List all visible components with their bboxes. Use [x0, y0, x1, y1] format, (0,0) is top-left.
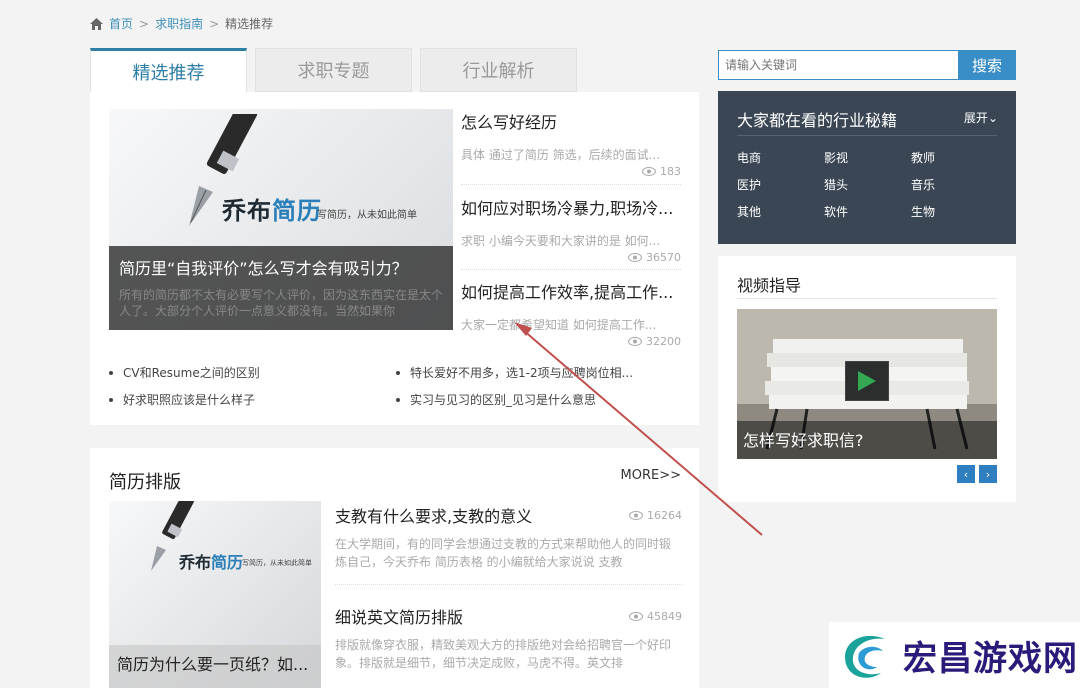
- tag-link[interactable]: 影视: [824, 149, 911, 166]
- panel-title: 大家都在看的行业秘籍: [737, 111, 898, 130]
- tag-link[interactable]: 教师: [911, 149, 998, 166]
- site-logo-icon: [845, 635, 885, 678]
- featured-overlay: 简历里“自我评价”怎么写才会有吸引力？ 所有的简历都不太有必要写个人评价，因为这…: [109, 246, 453, 330]
- category-tabs: 精选推荐 求职专题 行业解析: [90, 48, 585, 92]
- article-title[interactable]: 支教有什么要求,支教的意义: [335, 503, 532, 527]
- watermark-text: 宏昌游戏网: [903, 638, 1078, 679]
- divider: [737, 298, 997, 299]
- article-item[interactable]: 如何应对职场冷暴力,职场冷... 求职 小编今天要和大家讲的是 如何... 36…: [461, 195, 681, 264]
- feature-caption[interactable]: 简历为什么要一页纸？如...: [109, 645, 321, 688]
- brand-slogan: 写简历，从未如此简单: [317, 210, 417, 221]
- resume-layout-section: 简历排版 MORE>> 乔布简历 写简历，从未如此简单 简历为什么要一页纸？如.…: [90, 448, 699, 688]
- article-title[interactable]: 如何提高工作效率,提高工作...: [461, 279, 681, 303]
- eye-icon: [628, 253, 642, 262]
- industry-tags-panel: 大家都在看的行业秘籍 展开⌄ 电商 影视 教师 医护 猎头 音乐 其他 软件 生…: [718, 91, 1016, 244]
- tag-link[interactable]: 音乐: [911, 176, 998, 193]
- video-caption: 怎样写好求职信?: [737, 421, 997, 459]
- divider: [737, 135, 997, 136]
- home-icon: [90, 17, 103, 30]
- article-views: 16264: [629, 509, 682, 522]
- divider: [335, 584, 682, 585]
- breadcrumb-home-link[interactable]: 首页: [109, 15, 133, 32]
- article-item[interactable]: 支教有什么要求,支教的意义 16264 在大学期间，有的同学会想通过支教的方式来…: [335, 503, 682, 571]
- featured-panel: 乔布简历 写简历，从未如此简单 简历里“自我评价”怎么写才会有吸引力？ 所有的简…: [90, 92, 699, 425]
- prev-button[interactable]: ‹: [957, 465, 975, 483]
- eye-icon: [629, 510, 643, 520]
- article-title[interactable]: 细说英文简历排版: [335, 604, 463, 628]
- featured-card[interactable]: 乔布简历 写简历，从未如此简单 简历里“自我评价”怎么写才会有吸引力？ 所有的简…: [109, 109, 453, 330]
- article-views: 32200: [461, 335, 681, 348]
- eye-icon: [629, 611, 643, 621]
- article-summary: 求职 小编今天要和大家讲的是 如何...: [461, 234, 661, 248]
- article-item[interactable]: 如何提高工作效率,提高工作... 大家一定都希望知道 如何提高工作... 322…: [461, 279, 681, 348]
- article-title[interactable]: 怎么写好经历: [461, 109, 681, 133]
- brand-slogan: 写简历，从未如此简单: [242, 559, 312, 567]
- featured-title[interactable]: 简历里“自我评价”怎么写才会有吸引力？: [119, 255, 443, 279]
- divider: [461, 184, 681, 185]
- tag-link[interactable]: 其他: [737, 203, 824, 220]
- divider: [461, 269, 681, 270]
- resume-feature-card[interactable]: 乔布简历 写简历，从未如此简单 简历为什么要一页纸？如...: [109, 501, 321, 688]
- tab-featured[interactable]: 精选推荐: [90, 48, 247, 92]
- list-item[interactable]: CV和Resume之间的区别: [109, 364, 260, 381]
- eye-icon: [642, 167, 656, 176]
- tag-link[interactable]: 猎头: [824, 176, 911, 193]
- chevron-down-icon: ⌄: [987, 111, 998, 125]
- video-guide-panel: 视频指导 怎样写好求职信? ‹ ›: [718, 256, 1016, 502]
- tag-link[interactable]: 医护: [737, 176, 824, 193]
- tag-link[interactable]: 生物: [911, 203, 998, 220]
- list-item[interactable]: 特长爱好不用多，选1-2项与应聘岗位相...: [396, 364, 633, 381]
- tab-industry-analysis[interactable]: 行业解析: [420, 48, 577, 92]
- article-views: 45849: [629, 610, 682, 623]
- featured-description: 所有的简历都不太有必要写个人评价，因为这东西实在是太个人了。大部分个人评价一点意…: [119, 288, 444, 318]
- video-player[interactable]: 怎样写好求职信?: [737, 309, 997, 459]
- breadcrumb-current: 精选推荐: [225, 17, 274, 31]
- tab-job-topics[interactable]: 求职专题: [255, 48, 412, 92]
- article-summary: 大家一定都希望知道 如何提高工作...: [461, 318, 657, 332]
- article-item[interactable]: 细说英文简历排版 45849 排版就像穿衣服，精致美观大方的排版绝对会给招聘官一…: [335, 604, 682, 672]
- more-link[interactable]: MORE>>: [621, 468, 681, 483]
- article-item[interactable]: 怎么写好经历 具体 通过了简历 筛选，后续的面试... 183: [461, 109, 681, 178]
- watermark: 宏昌游戏网: [829, 622, 1080, 688]
- carousel-controls: ‹ ›: [957, 465, 997, 483]
- article-summary: 在大学期间，有的同学会想通过支教的方式来帮助他人的同时锻炼自己，今天乔布 简历表…: [335, 537, 672, 569]
- panel-title: 视频指导: [737, 276, 802, 295]
- article-summary: 排版就像穿衣服，精致美观大方的排版绝对会给招聘官一个好印象。排版就是细节，细节决…: [335, 638, 672, 670]
- article-views: 36570: [461, 251, 681, 264]
- eye-icon: [628, 337, 642, 346]
- search-button[interactable]: 搜索: [958, 50, 1016, 80]
- tag-grid: 电商 影视 教师 医护 猎头 音乐 其他 软件 生物: [737, 149, 998, 220]
- tag-link[interactable]: 电商: [737, 149, 824, 166]
- play-button[interactable]: [845, 361, 889, 401]
- search-bar: 搜索: [718, 50, 1016, 80]
- article-summary: 具体 通过了简历 筛选，后续的面试...: [461, 148, 661, 162]
- article-views: 183: [461, 165, 681, 178]
- list-item[interactable]: 实习与见习的区别_见习是什么意思: [396, 391, 596, 408]
- expand-toggle[interactable]: 展开⌄: [964, 109, 998, 126]
- brand-logo: 乔布简历: [222, 197, 322, 225]
- breadcrumb-separator: >: [139, 16, 150, 31]
- next-button[interactable]: ›: [979, 465, 997, 483]
- list-item[interactable]: 好求职照应该是什么样子: [109, 391, 255, 408]
- tag-link[interactable]: 软件: [824, 203, 911, 220]
- play-icon: [858, 371, 876, 391]
- search-input[interactable]: [718, 50, 958, 80]
- breadcrumb: 首页 > 求职指南 > 精选推荐: [90, 15, 273, 32]
- brand-logo: 乔布简历: [179, 553, 244, 572]
- article-title[interactable]: 如何应对职场冷暴力,职场冷...: [461, 195, 681, 219]
- section-title: 简历排版: [109, 472, 181, 493]
- breadcrumb-guide-link[interactable]: 求职指南: [155, 15, 203, 32]
- breadcrumb-separator: >: [209, 16, 220, 31]
